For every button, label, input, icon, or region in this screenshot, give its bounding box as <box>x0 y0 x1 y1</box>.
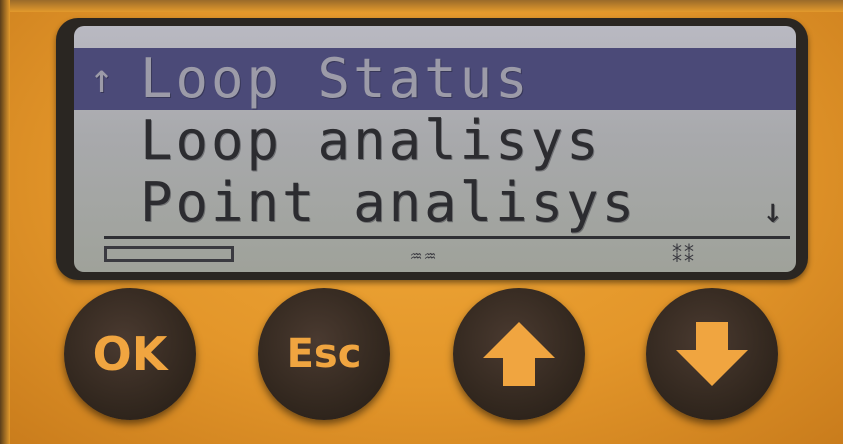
menu-item-point-analisys[interactable]: Point analisys ↓ <box>74 172 796 234</box>
up-button[interactable] <box>453 288 585 420</box>
down-button[interactable] <box>646 288 778 420</box>
housing-top-edge <box>0 0 843 12</box>
ok-button[interactable]: OK <box>64 288 196 420</box>
esc-button[interactable]: Esc <box>258 288 390 420</box>
housing-left-edge <box>0 0 10 444</box>
scroll-up-arrow-icon: ↑ <box>89 56 117 102</box>
esc-button-label: Esc <box>286 331 362 377</box>
lcd-screen: ↑ Loop Status Loop analisys Point analis… <box>74 26 796 272</box>
menu-item-label: Loop Status <box>140 47 531 110</box>
menu-item-label: Loop analisys <box>140 109 602 172</box>
menu-item-label: Point analisys <box>140 171 638 234</box>
lcd-separator <box>104 236 790 239</box>
signal-icon: ♒♒ <box>409 243 439 267</box>
ok-button-label: OK <box>92 327 168 381</box>
up-arrow-icon <box>483 322 555 386</box>
menu-item-loop-analisys[interactable]: Loop analisys <box>74 110 796 172</box>
softkey-bar: ♒♒ ⁑⁑ <box>104 240 790 272</box>
down-arrow-icon <box>676 322 748 386</box>
status-icon: ⁑⁑ <box>672 243 696 267</box>
menu-item-loop-status[interactable]: ↑ Loop Status <box>74 48 796 110</box>
battery-icon <box>104 246 234 262</box>
scroll-down-arrow-icon: ↓ <box>762 191 786 231</box>
